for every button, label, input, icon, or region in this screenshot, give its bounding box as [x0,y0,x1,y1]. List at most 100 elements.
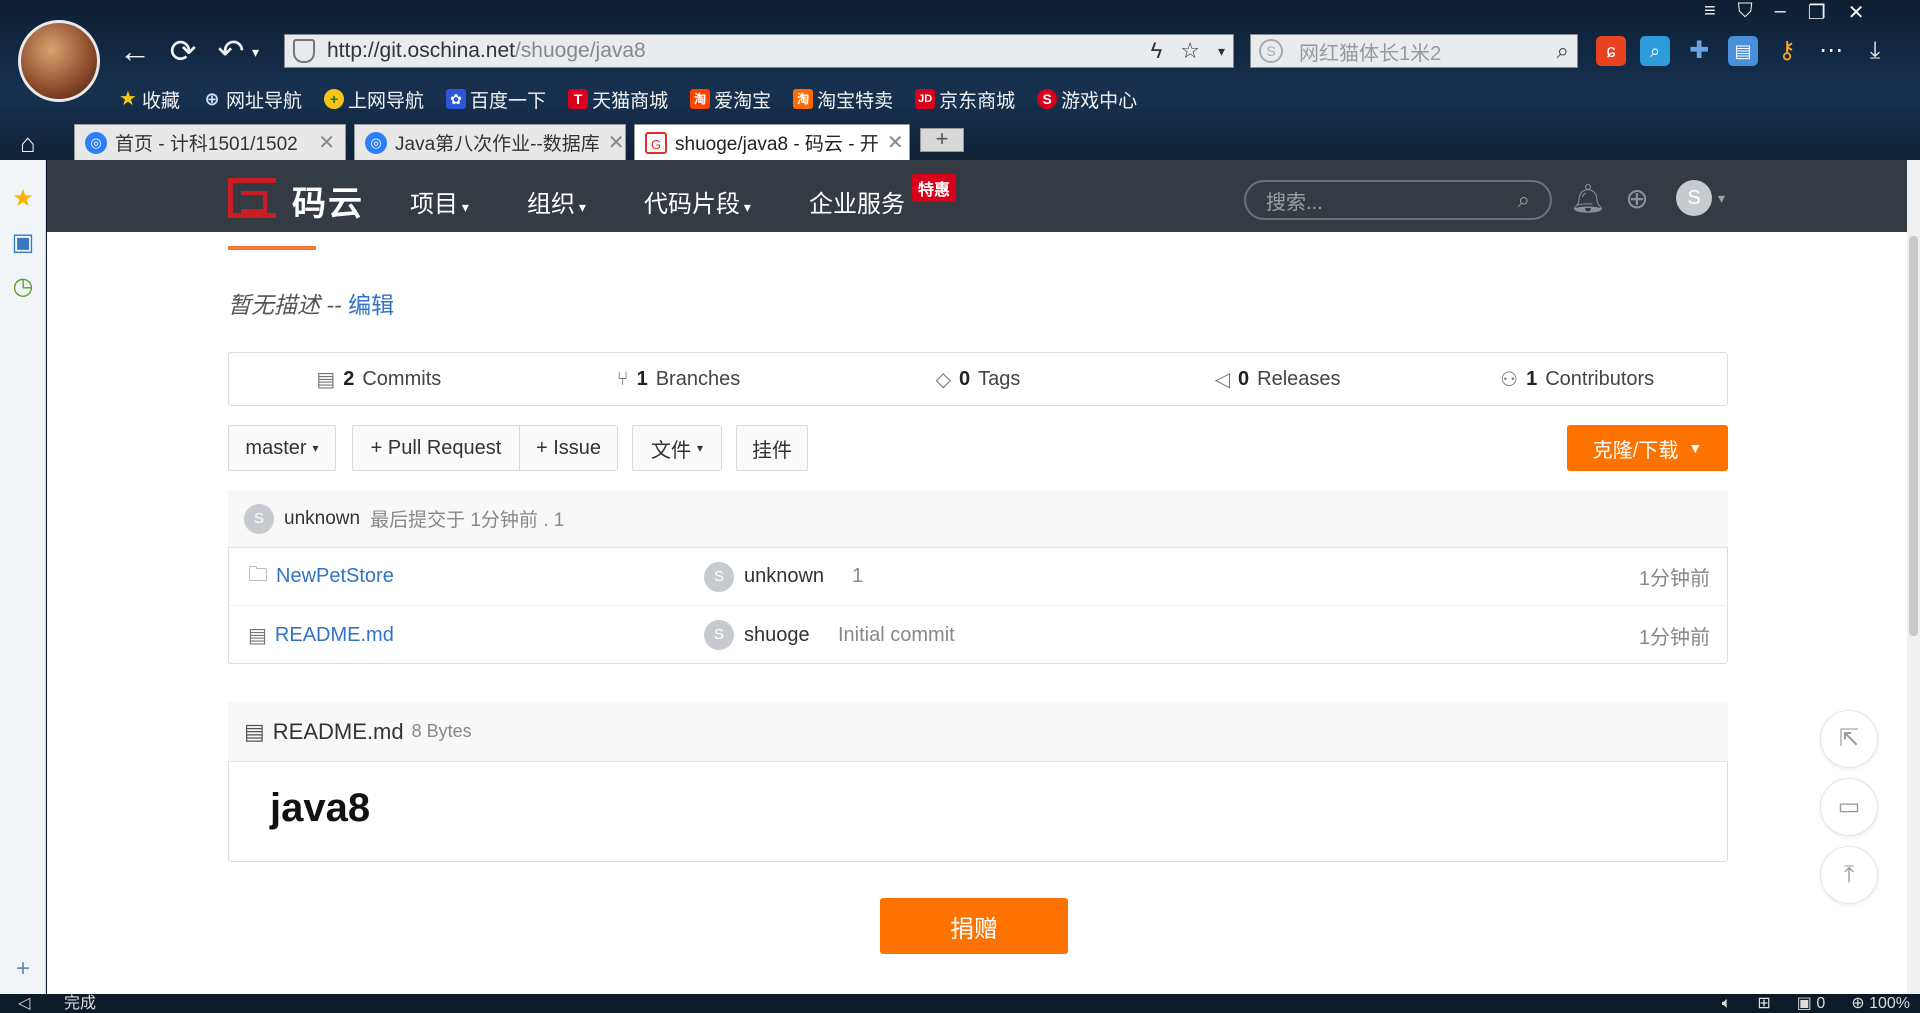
close-window-icon[interactable]: ✕ [1848,0,1865,30]
tab-close-icon[interactable]: ✕ [879,130,904,155]
bookmark-item[interactable]: ⊕ 网址导航 [202,86,302,113]
volume-icon[interactable]: 🔈︎ [1722,994,1732,1013]
issue-button[interactable]: + Issue [520,425,618,471]
restore-icon[interactable]: ❐ [1808,0,1826,30]
bookmark-item[interactable]: 淘爱淘宝 [690,86,771,113]
table-row[interactable]: 🗀︎ NewPetStore Sunknown 1 1分钟前 [228,548,1728,606]
branch-select[interactable]: master ▾ [228,425,336,471]
file-name[interactable]: NewPetStore [276,565,394,588]
history-clock-icon[interactable]: ◷ [10,274,36,300]
address-bar[interactable]: http://git.oschina.net /shuoge/java8 ϟ ☆… [284,34,1234,68]
ad-block-count[interactable]: ▣ 0 [1797,994,1825,1013]
search-icon[interactable]: ⌕ [1518,187,1530,213]
site-logo-text[interactable]: 码云 [292,176,364,225]
download-icon[interactable]: ⤓ [1860,36,1890,66]
extension-note-icon[interactable]: ▤ [1728,36,1758,66]
browser-search-box[interactable]: S 网红猫体长1米2 ⌕ [1250,34,1578,68]
bookmark-star-icon[interactable]: ☆ [1180,38,1200,64]
pull-request-button[interactable]: + Pull Request [352,425,520,471]
tab-java-homework[interactable]: ◎ Java第八次作业--数据库 ✕ [354,124,626,160]
shield-icon: ▣ [1796,995,1812,1012]
refresh-icon[interactable]: ⟳ [166,34,200,68]
reader-icon[interactable]: ▣ [10,230,36,256]
chevron-down-icon[interactable]: ▾ [1718,190,1725,207]
stat-releases[interactable]: ◁ 0 Releases [1128,353,1428,405]
lightning-icon[interactable]: ϟ [1151,38,1163,64]
extension-puzzle-icon[interactable]: ✚ [1684,36,1714,66]
status-nav-icon[interactable]: ◁ [18,994,30,1013]
repo-description: 暂无描述 -- 编辑 [228,292,395,318]
zoom-level[interactable]: ⊕ 100% [1851,994,1910,1013]
clone-download-button[interactable]: 克隆/下载 ▼ [1567,425,1728,471]
home-icon[interactable]: ⌂ [20,128,36,159]
last-commit-author[interactable]: unknown [284,508,360,530]
gitee-logo-icon[interactable] [228,178,276,218]
back-icon[interactable]: ← [118,34,152,68]
tab-close-icon[interactable]: ✕ [600,130,625,155]
game-icon: S [1037,89,1058,109]
menu-icon[interactable]: ≡ [1704,0,1716,30]
more-icon[interactable]: ⋯ [1816,36,1846,66]
comment-icon[interactable]: ▭ [1820,778,1878,836]
url-host: http://git.oschina.net [327,39,515,62]
site-search-placeholder: 搜索... [1266,191,1323,214]
network-icon[interactable]: ⊞ [1757,994,1770,1013]
table-row[interactable]: ▤ README.md Sshuoge Initial commit 1分钟前 [228,606,1728,664]
tab-gitee-repo[interactable]: G shuoge/java8 - 码云 - 开 ✕ [634,124,910,160]
tab-home[interactable]: ◎ 首页 - 计科1501/1502 ✕ [74,124,346,160]
release-icon: ◁ [1214,368,1231,391]
bookmark-item[interactable]: + 上网导航 [324,86,424,113]
add-sidebar-icon[interactable]: + [10,956,36,982]
bookmark-item[interactable]: ✿ 百度一下 [446,86,546,113]
extension-fire-icon[interactable]: ɕ [1596,36,1626,66]
security-shield-icon [293,39,315,63]
baidu-icon: ✿ [446,89,467,109]
back-to-top-icon[interactable]: ⤒ [1820,846,1878,904]
file-commit-message[interactable]: 1 [852,565,863,588]
undo-icon[interactable]: ↶ [214,34,248,68]
add-circle-icon[interactable]: ⊕ [1620,182,1654,216]
nav-snippets[interactable]: 代码片段 ▾ [644,184,751,219]
stat-tags[interactable]: ◇ 0 Tags [828,353,1128,405]
nav-projects[interactable]: 项目 ▾ [410,184,469,219]
new-tab-button[interactable]: + [920,128,964,152]
stat-branches[interactable]: ⑂ 1 Branches [529,353,829,405]
bookmark-item[interactable]: T 天猫商城 [568,86,668,113]
donate-button[interactable]: 捐赠 [880,898,1068,954]
stat-contributors[interactable]: ⚇ 1 Contributors [1427,353,1727,405]
page-scrollbar-thumb[interactable] [1909,236,1918,636]
last-commit-info[interactable]: 最后提交于 1分钟前 . 1 [370,505,564,532]
nav-enterprise[interactable]: 企业服务 [809,184,905,219]
search-icon[interactable]: ⌕ [1557,38,1569,64]
undo-dropdown-icon[interactable]: ▾ [252,44,259,61]
bookmark-item[interactable]: S 游戏中心 [1037,86,1137,113]
search-engine-icon[interactable]: S [1259,39,1283,63]
address-dropdown-icon[interactable]: ▾ [1218,38,1225,64]
url-path: /shuoge/java8 [514,39,646,62]
skin-icon[interactable]: ⛉ [1738,0,1753,30]
nav-organizations[interactable]: 组织 ▾ [527,184,586,219]
files-dropdown[interactable]: 文件 ▾ [632,425,722,471]
edit-description-link[interactable]: 编辑 [348,292,394,318]
bookmark-item[interactable]: JD 京东商城 [915,86,1015,113]
file-author[interactable]: unknown [744,565,824,588]
tab-close-icon[interactable]: ✕ [310,130,335,155]
file-name[interactable]: README.md [275,624,394,647]
bell-icon[interactable]: 🔔︎ [1570,182,1606,216]
attachments-button[interactable]: 挂件 [736,425,808,471]
browser-user-avatar[interactable] [18,20,100,102]
favorites-star-icon[interactable]: ★ [10,186,36,212]
extension-search-icon[interactable]: ⌕ [1640,36,1670,66]
bookmark-item[interactable]: ★ 收藏 [118,86,180,113]
extension-key-icon[interactable]: ⚷ [1772,36,1802,66]
site-search-input[interactable]: 搜索... ⌕ [1244,180,1552,220]
user-avatar[interactable]: S [1676,180,1712,216]
minimize-icon[interactable]: – [1775,0,1786,30]
avatar[interactable]: S [244,503,274,534]
stat-commits[interactable]: ▤ 2 Commits [229,353,529,405]
bookmark-item[interactable]: 淘淘宝特卖 [793,86,893,113]
plus-circle-icon: + [324,89,345,109]
file-author[interactable]: shuoge [744,624,810,647]
file-commit-message[interactable]: Initial commit [838,624,955,647]
share-icon[interactable]: ⇱ [1820,710,1878,768]
